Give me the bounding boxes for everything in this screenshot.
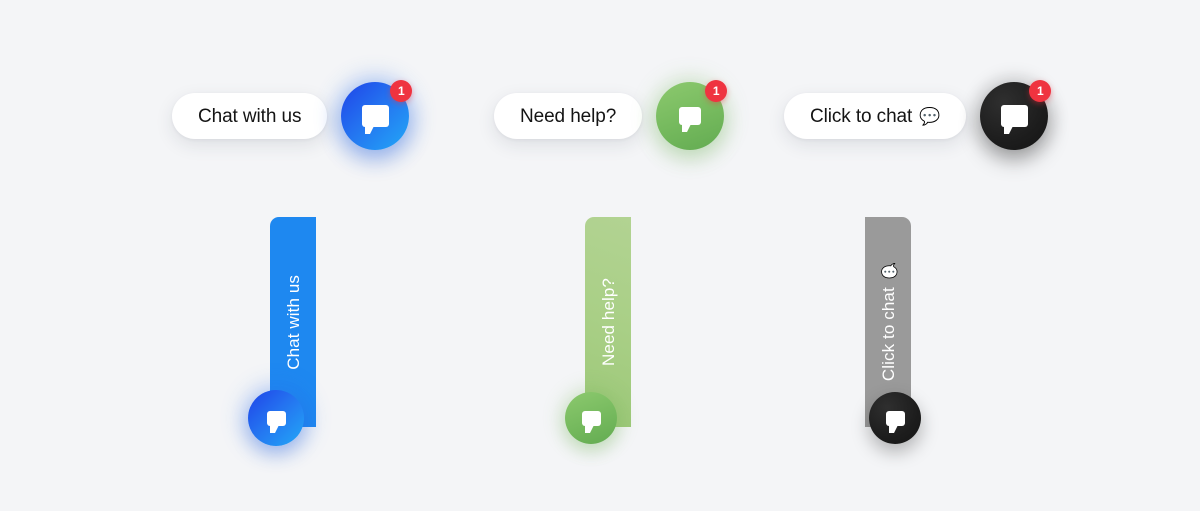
chat-widget-tab-green[interactable]: Need help? [555, 217, 705, 447]
chat-widget-pill-blue[interactable]: Chat with us 1 [172, 80, 413, 150]
chat-side-tab-label: Chat with us [283, 274, 303, 370]
widget-gallery: Chat with us 1 Need help? 1 Click to cha… [0, 0, 1200, 511]
chat-pill-label: Click to chat [810, 105, 913, 127]
chat-side-tab-label: Need help? [598, 278, 618, 366]
chat-side-tab-label: Click to chat [878, 287, 898, 382]
chat-bubble-icon [885, 410, 905, 433]
chat-pill-label: Chat with us [198, 105, 302, 127]
chat-launcher-green-small[interactable] [565, 392, 617, 444]
chat-widget-tab-dark[interactable]: Click to chat 💬 [835, 217, 985, 447]
speech-balloon-emoji-icon: 💬 [880, 262, 896, 280]
chat-pill-label: Need help? [520, 105, 617, 127]
chat-widget-pill-green[interactable]: Need help? 1 [494, 80, 728, 150]
chat-bubble-icon [361, 105, 389, 134]
chat-bubble-icon [581, 410, 601, 433]
chat-launcher-blue[interactable]: 1 [341, 80, 413, 150]
unread-badge: 1 [705, 80, 728, 102]
chat-widget-tab-blue[interactable]: Chat with us [240, 217, 390, 447]
chat-launcher-dark[interactable]: 1 [980, 80, 1052, 150]
chat-pill-blue[interactable]: Chat with us [172, 93, 328, 139]
chat-launcher-dark-small[interactable] [869, 392, 921, 444]
chat-bubble-icon [266, 410, 286, 433]
unread-badge: 1 [1029, 80, 1052, 102]
chat-side-tab-label-group: Click to chat 💬 [878, 262, 898, 382]
chat-pill-green[interactable]: Need help? [494, 93, 643, 139]
chat-widget-pill-dark[interactable]: Click to chat 💬 1 [784, 80, 1052, 150]
chat-bubble-icon [679, 107, 702, 132]
speech-balloon-emoji-icon: 💬 [919, 106, 941, 126]
chat-launcher-blue-small[interactable] [248, 390, 304, 446]
chat-bubble-icon [1000, 105, 1028, 134]
chat-launcher-green[interactable]: 1 [656, 80, 728, 150]
chat-pill-dark[interactable]: Click to chat 💬 [784, 93, 967, 139]
unread-badge: 1 [390, 80, 413, 102]
